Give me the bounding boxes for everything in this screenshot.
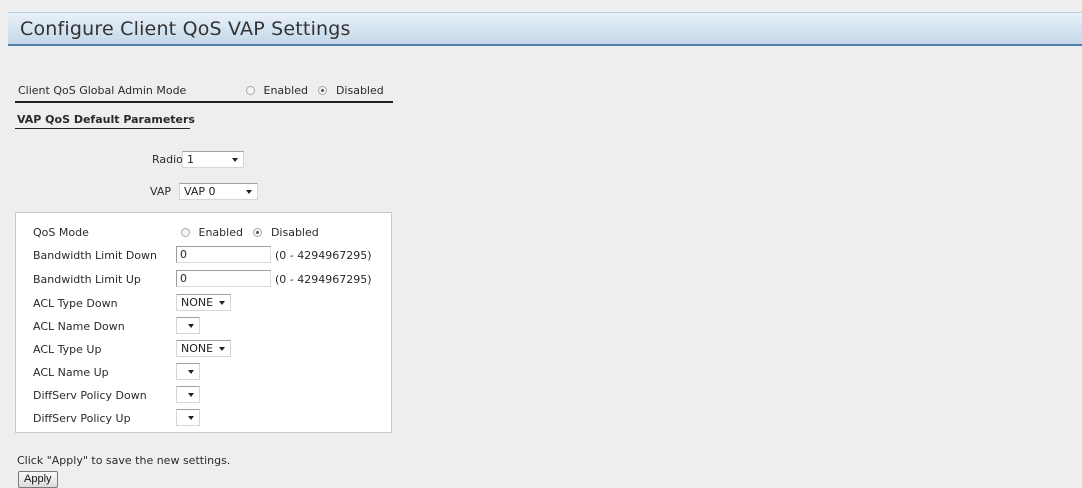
acl-type-down-value: NONE: [181, 296, 214, 309]
qos-mode-enabled-label: Enabled: [198, 226, 243, 239]
radio-select-value: 1: [187, 153, 194, 166]
page-title-bar: Configure Client QoS VAP Settings: [8, 12, 1082, 46]
global-admin-mode-label: Client QoS Global Admin Mode: [18, 84, 187, 97]
global-disabled-label: Disabled: [335, 84, 384, 97]
global-admin-mode-radio-group: Enabled Disabled: [246, 84, 384, 97]
vap-qos-parameters-panel: QoS Mode Enabled Disabled Bandwidth Limi…: [15, 212, 392, 433]
acl-type-up-select[interactable]: NONE: [176, 340, 231, 357]
chevron-down-icon: [188, 370, 194, 374]
acl-type-down-label: ACL Type Down: [33, 297, 118, 310]
acl-name-down-label: ACL Name Down: [33, 320, 125, 333]
diffserv-up-label: DiffServ Policy Up: [33, 412, 131, 425]
chevron-down-icon: [219, 301, 225, 305]
global-disabled-radio[interactable]: [318, 86, 328, 95]
acl-name-up-label: ACL Name Up: [33, 366, 109, 379]
chevron-down-icon: [188, 324, 194, 328]
chevron-down-icon: [219, 347, 225, 351]
page-title: Configure Client QoS VAP Settings: [20, 18, 351, 40]
apply-button[interactable]: Apply: [18, 471, 58, 488]
vap-select[interactable]: VAP 0: [179, 183, 258, 200]
vap-label: VAP: [150, 185, 171, 198]
acl-name-up-select[interactable]: [176, 363, 200, 380]
bw-up-range: (0 - 4294967295): [275, 273, 372, 286]
radio-label: Radio: [152, 153, 183, 166]
qos-mode-disabled-radio[interactable]: [253, 228, 263, 237]
save-note: Click "Apply" to save the new settings.: [17, 454, 231, 467]
section-title: VAP QoS Default Parameters: [17, 113, 195, 126]
vap-select-value: VAP 0: [184, 185, 216, 198]
acl-type-up-value: NONE: [181, 342, 214, 355]
divider-top: [15, 101, 393, 103]
bw-down-label: Bandwidth Limit Down: [33, 249, 157, 262]
bw-down-input[interactable]: 0: [176, 246, 271, 263]
chevron-down-icon: [188, 416, 194, 420]
diffserv-up-select[interactable]: [176, 409, 200, 426]
global-enabled-label: Enabled: [263, 84, 308, 97]
acl-name-down-select[interactable]: [176, 317, 200, 334]
qos-mode-label: QoS Mode: [33, 226, 89, 239]
bw-down-range: (0 - 4294967295): [275, 249, 372, 262]
chevron-down-icon: [232, 158, 238, 162]
qos-mode-radio-group: Enabled Disabled: [181, 226, 319, 239]
diffserv-down-label: DiffServ Policy Down: [33, 389, 147, 402]
bw-up-label: Bandwidth Limit Up: [33, 273, 141, 286]
divider-section: [15, 128, 190, 129]
bw-up-input[interactable]: 0: [176, 270, 271, 287]
global-enabled-radio[interactable]: [246, 86, 255, 95]
diffserv-down-select[interactable]: [176, 386, 200, 403]
chevron-down-icon: [246, 190, 252, 194]
acl-type-up-label: ACL Type Up: [33, 343, 102, 356]
qos-mode-enabled-radio[interactable]: [181, 228, 190, 237]
radio-select[interactable]: 1: [182, 151, 244, 168]
qos-mode-disabled-label: Disabled: [270, 226, 319, 239]
acl-type-down-select[interactable]: NONE: [176, 294, 231, 311]
chevron-down-icon: [188, 393, 194, 397]
